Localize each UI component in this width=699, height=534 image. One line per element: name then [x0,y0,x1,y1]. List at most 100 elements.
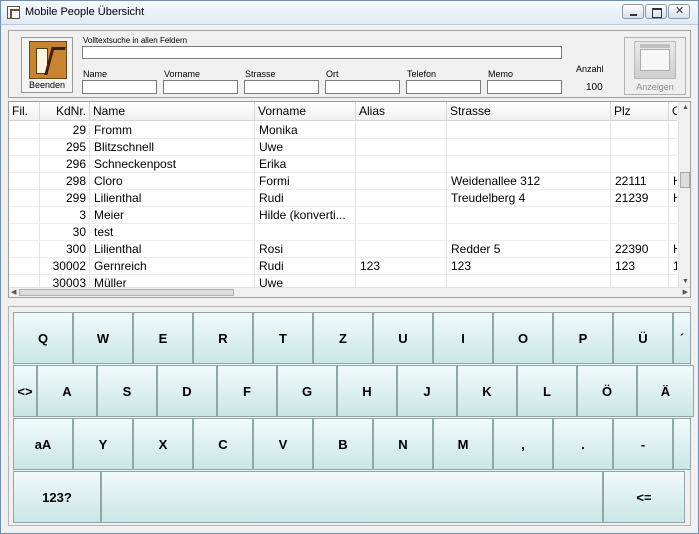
key-row3-2[interactable]: X [133,418,193,470]
cell-ort [669,156,677,173]
key-row1-4[interactable]: T [253,312,313,364]
key-row1-0[interactable]: Q [13,312,73,364]
column-header-vorname[interactable]: Vorname [255,102,356,121]
key-row2-10[interactable]: Ö [577,365,637,417]
key-row1-9[interactable]: P [553,312,613,364]
key-row2-2[interactable]: S [97,365,157,417]
cell-fil [9,122,40,139]
cell-plz [611,224,669,241]
cell-kdnr: 29 [40,122,90,139]
table-row[interactable]: 298CloroFormi Weidenallee 31222111H [9,173,677,190]
column-header-fil[interactable]: Fil. [9,102,40,121]
cell-vorname: Uwe [255,275,356,287]
key-row2-7[interactable]: J [397,365,457,417]
cell-strasse: Treudelberg 4 [447,190,611,207]
exit-door-icon [29,41,67,79]
key-row3-9[interactable]: . [553,418,613,470]
key-row1-8[interactable]: O [493,312,553,364]
vertical-scroll-thumb[interactable] [680,172,690,188]
cell-name: Gernreich [90,258,255,275]
cell-plz [611,156,669,173]
key-row2-5[interactable]: G [277,365,337,417]
table-row[interactable]: 300LilienthalRosi Redder 522390H [9,241,677,258]
fulltext-search-input[interactable] [82,46,562,59]
memo-field-label: Memo [488,69,514,79]
horizontal-scrollbar[interactable]: ◀ ▶ [9,287,690,297]
table-row[interactable]: 296 Schneckenpost Erika [9,156,677,173]
key-row2-3[interactable]: D [157,365,217,417]
cell-plz [611,275,669,287]
space-key[interactable] [101,471,603,523]
quit-button[interactable]: Beenden [21,37,73,93]
key-row1-5[interactable]: Z [313,312,373,364]
column-header-alias[interactable]: Alias [356,102,447,121]
cell-kdnr: 298 [40,173,90,190]
key-row3-4[interactable]: V [253,418,313,470]
cell-fil [9,190,40,207]
key-row3-8[interactable]: , [493,418,553,470]
maximize-button[interactable] [645,4,667,19]
key-row2-4[interactable]: F [217,365,277,417]
backspace-key[interactable]: <= [603,471,685,523]
column-header-kdnr[interactable]: KdNr. [40,102,90,121]
cell-ort: 1 [669,258,677,275]
key-row2-6[interactable]: H [337,365,397,417]
table-row[interactable]: 30 test [9,224,677,241]
horizontal-scroll-thumb[interactable] [19,289,234,296]
minimize-button[interactable] [622,4,644,19]
numbers-key[interactable]: 123? [13,471,101,523]
key-row3-0[interactable]: aA [13,418,73,470]
key-row2-8[interactable]: K [457,365,517,417]
key-row3-11[interactable] [673,418,691,470]
phone-field[interactable] [406,80,481,94]
close-button[interactable] [668,4,690,19]
cell-strasse [447,224,611,241]
key-row1-7[interactable]: I [433,312,493,364]
main-window: Mobile People Übersicht Beenden Volltext… [0,0,699,534]
street-field[interactable] [244,80,319,94]
cell-plz [611,122,669,139]
cell-ort [669,139,677,156]
key-row2-9[interactable]: L [517,365,577,417]
key-row3-1[interactable]: Y [73,418,133,470]
name-field[interactable] [82,80,157,94]
table-row[interactable]: 30002GernreichRudi1231231231 [9,258,677,275]
key-row3-3[interactable]: C [193,418,253,470]
show-button[interactable]: Anzeigen [624,37,686,95]
table-row[interactable]: 30003 Müller Uwe [9,275,677,287]
title-bar[interactable]: Mobile People Übersicht [1,1,698,25]
on-screen-keyboard: Q W E R T Z U I O P Ü ´ <> A S D F G H J K L Ö ÄaA Y X C V B N M,. - 123… [8,306,694,526]
key-row2-0[interactable]: <> [13,365,37,417]
firstname-field[interactable] [163,80,238,94]
column-header-strasse[interactable]: Strasse [447,102,611,121]
results-table: Fil. KdNr. Name Vorname Alias Strasse Pl… [8,101,691,298]
key-row1-11[interactable]: ´ [673,312,691,364]
table-row[interactable]: 299LilienthalRudi Treudelberg 421239H [9,190,677,207]
table-row[interactable]: 3 Meier Hilde (konverti... [9,207,677,224]
key-row1-6[interactable]: U [373,312,433,364]
column-header-name[interactable]: Name [90,102,255,121]
vertical-scrollbar[interactable]: ▲ ▼ [678,102,690,287]
key-row2-11[interactable]: Ä [637,365,694,417]
city-field[interactable] [325,80,400,94]
key-row1-3[interactable]: R [193,312,253,364]
key-row3-5[interactable]: B [313,418,373,470]
key-row1-10[interactable]: Ü [613,312,673,364]
key-row1-1[interactable]: W [73,312,133,364]
cell-plz: 123 [611,258,669,275]
cell-name: test [90,224,255,241]
cell-plz: 22111 [611,173,669,190]
table-row[interactable]: 295 Blitzschnell Uwe [9,139,677,156]
column-header-ort[interactable]: O [669,102,677,121]
cell-plz [611,139,669,156]
key-row2-1[interactable]: A [37,365,97,417]
cell-strasse: Redder 5 [447,241,611,258]
column-header-plz[interactable]: Plz [611,102,669,121]
table-row[interactable]: 29 Fromm Monika [9,122,677,139]
cell-strasse [447,207,611,224]
key-row3-10[interactable]: - [613,418,673,470]
key-row3-7[interactable]: M [433,418,493,470]
key-row3-6[interactable]: N [373,418,433,470]
memo-field[interactable] [487,80,562,94]
key-row1-2[interactable]: E [133,312,193,364]
